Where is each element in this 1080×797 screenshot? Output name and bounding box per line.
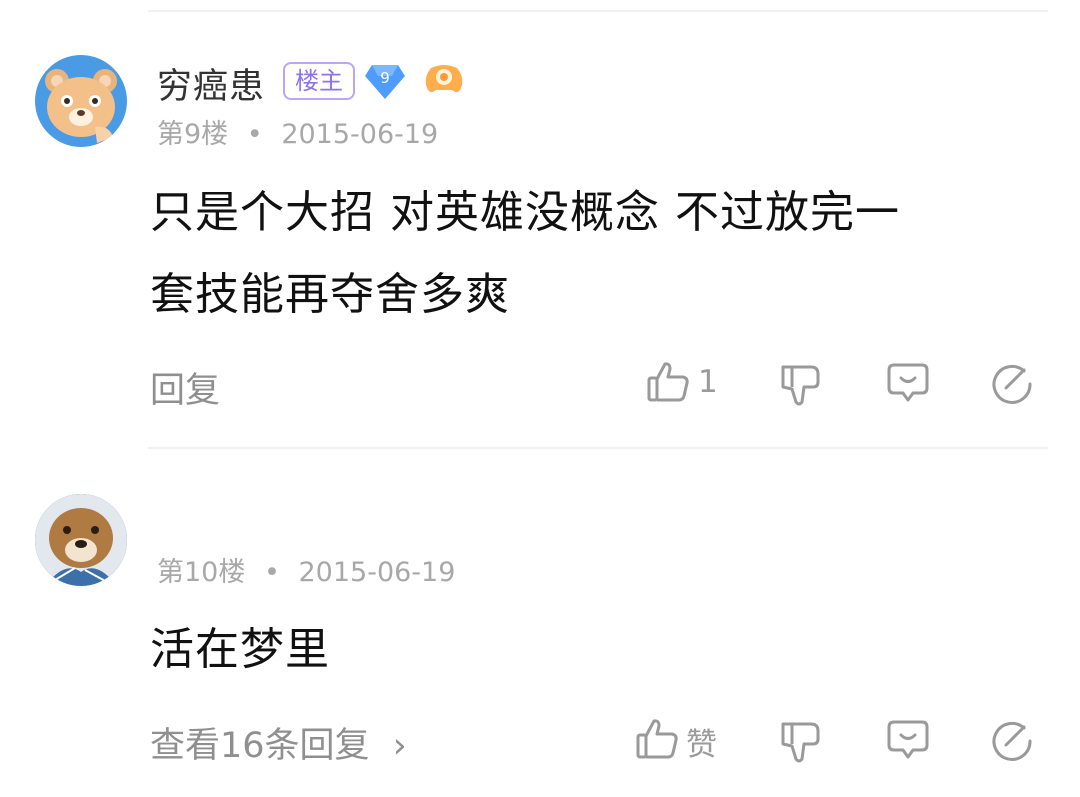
post-date: 2015-06-19 <box>298 557 456 588</box>
chevron-right-icon: › <box>392 726 407 766</box>
like-label[interactable]: 赞 <box>686 719 717 764</box>
share-icon[interactable] <box>990 360 1034 404</box>
thumbs-down-icon[interactable] <box>778 362 822 408</box>
avatar[interactable] <box>35 55 127 147</box>
reply-button[interactable]: 回复 <box>150 362 220 413</box>
floor-number: 第9楼 <box>157 119 229 150</box>
comment-divider <box>148 447 1048 449</box>
comment-line: 套技能再夺舍多爽 <box>150 269 510 320</box>
floor-number: 第10楼 <box>157 557 246 588</box>
comment-line: 活在梦里 <box>150 624 330 675</box>
level-number: 9 <box>380 69 390 87</box>
thumbs-down-icon[interactable] <box>778 719 822 765</box>
meta-separator: • <box>246 119 263 150</box>
username[interactable]: 穷癌患 <box>157 58 265 109</box>
post-date: 2015-06-19 <box>281 119 439 150</box>
comment-icon[interactable] <box>886 717 930 761</box>
top-divider <box>148 10 1048 12</box>
post-meta: 第10楼 • 2015-06-19 <box>157 550 455 589</box>
thumbs-up-icon[interactable] <box>646 360 690 404</box>
thumbs-up-icon[interactable] <box>635 717 679 761</box>
comment-text: 只是个大招 对英雄没概念 不过放完一 套技能再夺舍多爽 <box>150 172 900 336</box>
avatar[interactable] <box>35 494 127 586</box>
view-replies-label: 查看16条回复 <box>150 726 370 766</box>
like-count: 1 <box>698 364 718 400</box>
diamond-level-icon: 9 <box>364 61 406 101</box>
comment-line: 只是个大招 对英雄没概念 不过放完一 <box>150 187 900 238</box>
meta-separator: • <box>263 557 280 588</box>
comment-icon[interactable] <box>886 360 930 404</box>
view-replies-link[interactable]: 查看16条回复 › <box>150 717 407 768</box>
owner-badge: 楼主 <box>283 62 355 100</box>
post-meta: 第9楼 • 2015-06-19 <box>157 112 438 151</box>
share-icon[interactable] <box>990 717 1034 761</box>
gamepad-icon <box>421 62 467 98</box>
